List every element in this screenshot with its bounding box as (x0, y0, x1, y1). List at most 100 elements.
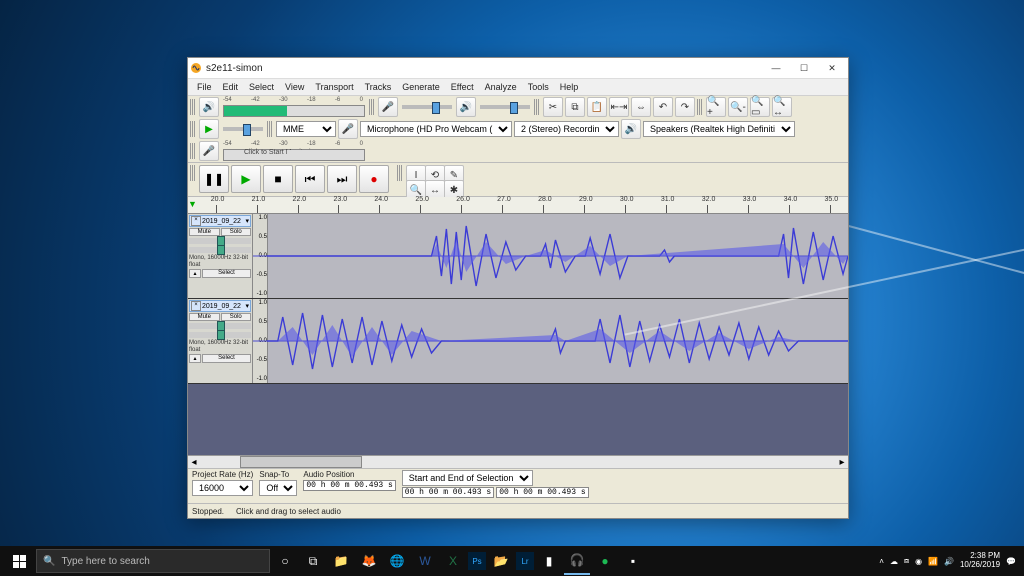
waveform[interactable]: 1.00.50.0-0.5-1.0 (253, 299, 848, 383)
cut-button[interactable]: ✂ (543, 97, 563, 117)
mute-button[interactable]: Mute (189, 313, 220, 321)
solo-button[interactable]: Solo (221, 228, 252, 236)
gain-slider[interactable] (189, 323, 251, 329)
taskbar-app-photoshop[interactable]: Ps (468, 552, 486, 570)
menu-tracks[interactable]: Tracks (360, 81, 397, 93)
undo-button[interactable]: ↶ (653, 97, 673, 117)
play-button[interactable]: ▶ (231, 165, 261, 193)
silence-button[interactable]: ⇔ (631, 97, 651, 117)
track-menu-icon[interactable]: ▾ (245, 217, 249, 225)
paste-button[interactable]: 📋 (587, 97, 607, 117)
monitor-hint[interactable]: Click to Start Monitoring (244, 149, 318, 156)
track-name[interactable]: 2019_09_22 (202, 218, 241, 225)
track-menu-icon[interactable]: ▾ (245, 302, 249, 310)
taskbar-app-chrome[interactable]: 🌐 (384, 548, 410, 574)
output-device-select[interactable]: Speakers (Realtek High Definiti (643, 121, 795, 137)
record-vol-icon[interactable]: 🎤 (378, 97, 398, 117)
pan-slider[interactable] (189, 247, 251, 253)
grip-icon[interactable] (267, 121, 272, 137)
scroll-left-icon[interactable]: ◂ (188, 457, 200, 468)
grip-icon[interactable] (697, 99, 702, 115)
grip-icon[interactable] (190, 99, 195, 115)
playback-meter[interactable] (223, 105, 365, 117)
project-rate-select[interactable]: 16000 (192, 480, 253, 496)
scroll-right-icon[interactable]: ▸ (836, 457, 848, 468)
solo-button[interactable]: Solo (221, 313, 252, 321)
taskbar-app-lightroom[interactable]: Lr (516, 552, 534, 570)
taskbar-app-cmd[interactable]: ▪ (620, 548, 646, 574)
grip-icon[interactable] (190, 165, 195, 181)
track-header[interactable]: ×2019_09_22▾ MuteSolo Mono, 16000Hz 32-b… (188, 299, 253, 383)
track-close-icon[interactable]: × (191, 216, 201, 226)
taskbar-app-firefox[interactable]: 🦊 (356, 548, 382, 574)
tray-steam-icon[interactable]: ◉ (915, 557, 922, 566)
track-header[interactable]: ×2019_09_22▾ MuteSolo Mono, 16000Hz 32-b… (188, 214, 253, 298)
mute-button[interactable]: Mute (189, 228, 220, 236)
trim-button[interactable]: ⇤⇥ (609, 97, 629, 117)
taskbar-app-audacity[interactable]: 🎧 (564, 547, 590, 575)
close-button[interactable]: ✕ (818, 59, 846, 77)
search-box[interactable]: 🔍 Type here to search (36, 549, 270, 573)
menu-transport[interactable]: Transport (310, 81, 358, 93)
copy-button[interactable]: ⧉ (565, 97, 585, 117)
timeline-ruler[interactable]: ▼ 20.0 21.0 22.0 23.0 24.0 25.0 26.0 27.… (188, 197, 848, 214)
waveform[interactable]: 1.00.50.0-0.5-1.0 (253, 214, 848, 298)
skip-start-button[interactable]: ⏮ (295, 165, 325, 193)
menu-tools[interactable]: Tools (523, 81, 554, 93)
playback-vol-icon[interactable]: 🔊 (199, 97, 219, 117)
menu-help[interactable]: Help (555, 81, 584, 93)
menu-analyze[interactable]: Analyze (480, 81, 522, 93)
pan-slider[interactable] (189, 332, 251, 338)
minimize-button[interactable]: — (762, 59, 790, 77)
selection-end[interactable]: 00 h 00 m 00.493 s (496, 487, 588, 498)
horizontal-scrollbar[interactable]: ◂ ▸ (188, 455, 848, 468)
scroll-thumb[interactable] (240, 456, 362, 468)
pause-button[interactable]: ❚❚ (199, 165, 229, 193)
tray-volume-icon[interactable]: 🔊 (944, 557, 954, 566)
host-select[interactable]: MME (276, 121, 336, 137)
play-vol-slider[interactable] (480, 105, 530, 109)
play-cursor-icon[interactable]: ▼ (188, 199, 197, 209)
system-tray[interactable]: ˄ ☁ ⧈ ◉ 📶 🔊 2:38 PM 10/26/2019 💬 (879, 552, 1020, 570)
tray-cloud-icon[interactable]: ☁ (890, 557, 898, 566)
taskbar-app-excel[interactable]: X (440, 548, 466, 574)
start-button[interactable] (4, 546, 34, 576)
track-close-icon[interactable]: × (191, 301, 201, 311)
selection-start[interactable]: 00 h 00 m 00.493 s (402, 487, 494, 498)
input-channels-select[interactable]: 2 (Stereo) Recordin (514, 121, 619, 137)
grip-icon[interactable] (534, 99, 539, 115)
collapse-icon[interactable]: ▴ (189, 269, 201, 278)
task-view-icon[interactable]: ⧉ (300, 548, 326, 574)
record-meter[interactable]: Click to Start Monitoring (223, 149, 365, 161)
grip-icon[interactable] (190, 121, 195, 137)
grip-icon[interactable] (369, 99, 374, 115)
menu-file[interactable]: File (192, 81, 217, 93)
snap-select[interactable]: Off (259, 480, 297, 496)
taskbar-app-explorer2[interactable]: 📂 (488, 548, 514, 574)
taskbar-app-word[interactable]: W (412, 548, 438, 574)
rec-meter-icon[interactable]: 🎤 (199, 141, 219, 161)
menu-effect[interactable]: Effect (446, 81, 479, 93)
zoom-in-button[interactable]: 🔍+ (706, 97, 726, 117)
gain-slider[interactable] (189, 238, 251, 244)
taskbar-app-terminal[interactable]: ▮ (536, 548, 562, 574)
grip-icon[interactable] (190, 143, 195, 159)
play-vol-icon[interactable]: 🔊 (456, 97, 476, 117)
menu-select[interactable]: Select (244, 81, 279, 93)
select-button[interactable]: Select (202, 269, 251, 278)
play-small-button[interactable]: ▶ (199, 119, 219, 139)
zoom-fit-button[interactable]: 🔍↔ (772, 97, 792, 117)
collapse-icon[interactable]: ▴ (189, 354, 201, 363)
menu-generate[interactable]: Generate (397, 81, 445, 93)
record-button[interactable]: ● (359, 165, 389, 193)
tray-chevron-icon[interactable]: ˄ (879, 557, 884, 566)
maximize-button[interactable]: ☐ (790, 59, 818, 77)
zoom-sel-button[interactable]: 🔍▭ (750, 97, 770, 117)
input-device-select[interactable]: Microphone (HD Pro Webcam ( (360, 121, 512, 137)
menu-view[interactable]: View (280, 81, 309, 93)
notifications-icon[interactable]: 💬 (1006, 557, 1016, 566)
skip-end-button[interactable]: ⏭ (327, 165, 357, 193)
track-name[interactable]: 2019_09_22 (202, 303, 241, 310)
record-vol-slider[interactable] (402, 105, 452, 109)
titlebar[interactable]: s2e11-simon — ☐ ✕ (188, 58, 848, 79)
